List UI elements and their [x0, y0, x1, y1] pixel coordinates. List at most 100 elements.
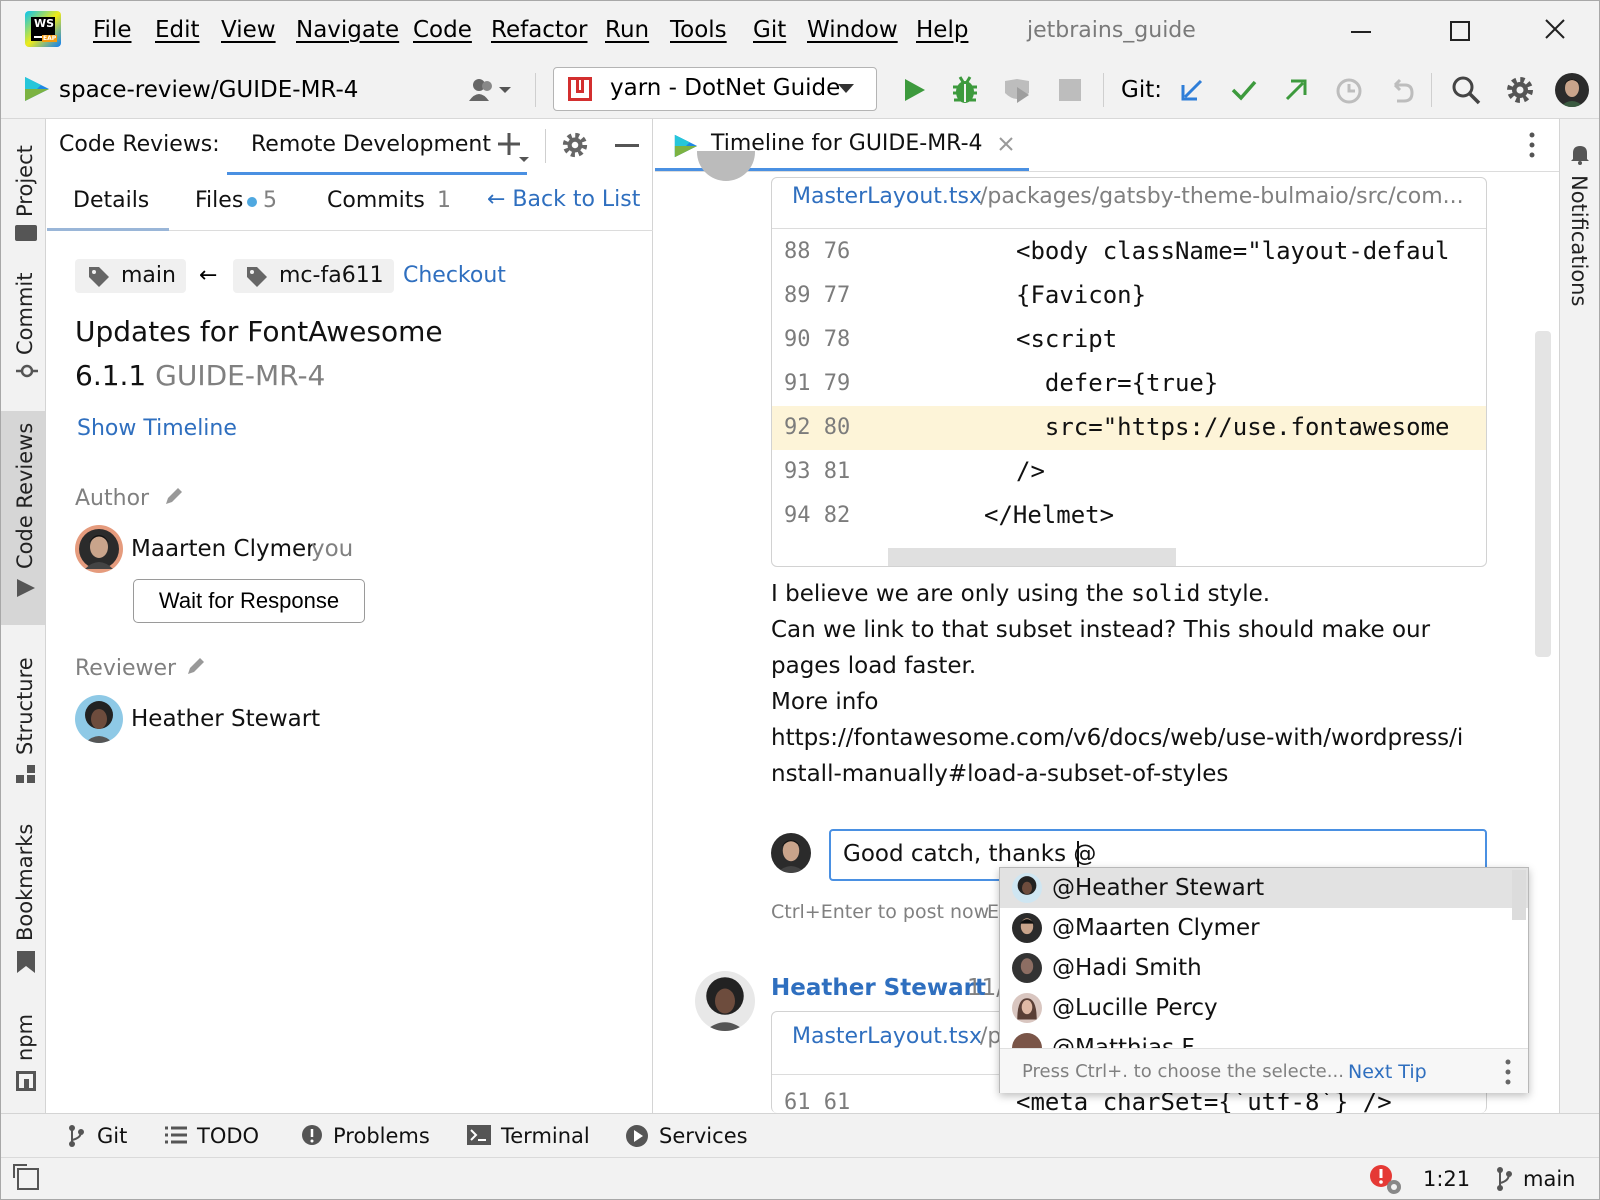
- review-id: GUIDE-MR-4: [155, 359, 326, 392]
- close-window-icon[interactable]: [1541, 15, 1569, 43]
- popup-hint: Press Ctrl+. to choose the selecte...: [1022, 1061, 1344, 1082]
- history-icon[interactable]: [1335, 77, 1363, 105]
- webstorm-logo-icon: WS EAP: [25, 11, 61, 47]
- tag-icon: [247, 267, 267, 287]
- stop-icon[interactable]: [1059, 79, 1081, 101]
- code-line: 90 78 <script: [784, 325, 1118, 353]
- checkout-link[interactable]: Checkout: [403, 263, 506, 288]
- bottom-tab-problems[interactable]: Problems: [301, 1114, 431, 1158]
- comment-link-part1[interactable]: https://fontawesome.com/v6/docs/web/use-…: [771, 725, 1463, 751]
- close-tab-icon[interactable]: [997, 135, 1015, 153]
- menu-code[interactable]: Code: [413, 17, 472, 43]
- menu-file[interactable]: File: [93, 17, 132, 43]
- minimize-icon[interactable]: [1351, 31, 1371, 33]
- next-tip-link[interactable]: Next Tip: [1348, 1061, 1427, 1083]
- error-indicator-icon[interactable]: [1369, 1164, 1403, 1196]
- code-line: 91 79 defer={true}: [784, 369, 1219, 397]
- menu-edit[interactable]: Edit: [155, 17, 200, 43]
- mention-avatar: [1012, 993, 1042, 1023]
- reviewer-avatar: [75, 695, 123, 743]
- user-avatar[interactable]: [1555, 73, 1589, 107]
- status-bar: 1:21 main: [1, 1157, 1599, 1199]
- code-horizontal-scrollbar[interactable]: [888, 548, 1176, 566]
- caret-position[interactable]: 1:21: [1423, 1167, 1470, 1191]
- debug-icon[interactable]: [951, 75, 979, 105]
- bottom-tab-terminal[interactable]: Terminal: [467, 1114, 597, 1158]
- tab-remote-development[interactable]: Remote Development: [227, 121, 527, 175]
- settings-gear-icon[interactable]: [1505, 75, 1535, 105]
- tool-tab-code-reviews[interactable]: Code Reviews: [5, 421, 45, 601]
- tab-files[interactable]: Files 5: [191, 187, 301, 223]
- run-icon[interactable]: [901, 77, 927, 103]
- comment-author-link[interactable]: Heather Stewart: [771, 975, 986, 1001]
- menu-help[interactable]: Help: [916, 17, 968, 43]
- status-branch[interactable]: main: [1523, 1167, 1575, 1191]
- mention-item[interactable]: @Maarten Clymer: [1000, 908, 1528, 948]
- todo-list-icon: [165, 1126, 187, 1144]
- coverage-icon[interactable]: [1003, 77, 1033, 105]
- menu-tools[interactable]: Tools: [670, 17, 727, 43]
- menu-view[interactable]: View: [221, 17, 276, 43]
- panel-settings-icon[interactable]: [561, 131, 589, 159]
- tool-tab-commit[interactable]: Commit: [5, 271, 45, 389]
- mention-item[interactable]: @Lucille Percy: [1000, 988, 1528, 1028]
- git-commit-icon[interactable]: [1231, 79, 1257, 101]
- tab-commits[interactable]: Commits 1: [325, 187, 455, 223]
- tool-tab-structure[interactable]: Structure: [5, 657, 45, 793]
- comment-line-2: Can we link to that subset instead? This…: [771, 617, 1431, 643]
- menu-git[interactable]: Git: [753, 17, 786, 43]
- snippet2-file-link[interactable]: MasterLayout.tsx: [792, 1024, 982, 1049]
- snippet-file-link[interactable]: MasterLayout.tsx: [792, 184, 982, 209]
- comment-link-part2[interactable]: nstall-manually#load-a-subset-of-styles: [771, 761, 1228, 787]
- toggle-tool-windows-icon[interactable]: [13, 1164, 39, 1190]
- mention-item[interactable]: @Hadi Smith: [1000, 948, 1528, 988]
- maximize-icon[interactable]: [1450, 21, 1470, 41]
- run-config-selector[interactable]: yarn - DotNet Guide: [553, 67, 877, 111]
- tool-tab-bookmarks[interactable]: Bookmarks: [5, 824, 45, 977]
- mention-avatar: [1012, 913, 1042, 943]
- show-timeline-link[interactable]: Show Timeline: [77, 416, 237, 441]
- ide-window: WS EAP File Edit View Navigate Code Refa…: [0, 0, 1600, 1200]
- unread-dot-icon: [247, 197, 257, 207]
- popup-scrollbar[interactable]: [1512, 870, 1526, 920]
- tool-tab-npm[interactable]: npm: [5, 1011, 45, 1105]
- reviewer-name: Heather Stewart: [131, 706, 321, 732]
- menu-refactor[interactable]: Refactor: [491, 17, 587, 43]
- back-to-list-link[interactable]: ← Back to List: [487, 187, 640, 212]
- edit-reviewer-pencil-icon[interactable]: [185, 655, 207, 677]
- menu-run[interactable]: Run: [605, 17, 649, 43]
- terminal-icon: [467, 1125, 491, 1145]
- mention-avatar: [1012, 1033, 1042, 1048]
- more-options-icon[interactable]: [1527, 131, 1537, 159]
- minimize-panel-icon[interactable]: [615, 144, 639, 147]
- source-branch-chip: mc-fa611: [233, 259, 394, 293]
- tool-tab-project[interactable]: Project: [5, 133, 45, 241]
- mention-completion-popup: @Heather Stewart @Maarten Clymer @Hadi S…: [999, 867, 1529, 1093]
- git-push-icon[interactable]: [1283, 77, 1309, 103]
- code-line-highlighted: 92 80 src="https://use.fontawesome: [772, 406, 1486, 450]
- tool-tab-notifications[interactable]: Notifications: [1561, 139, 1599, 306]
- project-selector[interactable]: space-review/GUIDE-MR-4: [59, 77, 358, 103]
- post-hint: Ctrl+Enter to post now: [771, 901, 990, 923]
- popup-more-icon[interactable]: [1504, 1059, 1512, 1085]
- edit-author-pencil-icon[interactable]: [163, 485, 185, 507]
- menu-navigate[interactable]: Navigate: [296, 17, 399, 43]
- git-update-icon[interactable]: [1179, 77, 1205, 103]
- bottom-tab-todo[interactable]: TODO: [165, 1114, 275, 1158]
- npm-icon: [16, 1071, 36, 1091]
- wait-for-response-button[interactable]: Wait for Response: [133, 579, 365, 623]
- rollback-icon[interactable]: [1387, 77, 1415, 105]
- bottom-tab-services[interactable]: Services: [625, 1114, 755, 1158]
- user-chooser-icon[interactable]: [467, 77, 517, 103]
- search-icon[interactable]: [1451, 75, 1481, 105]
- mention-item-partial[interactable]: @Matthias F: [1000, 1028, 1500, 1048]
- menu-window[interactable]: Window: [807, 17, 898, 43]
- target-branch-chip: main: [75, 259, 186, 293]
- reply-input-value: Good catch, thanks @: [843, 841, 1097, 867]
- tab-details[interactable]: Details: [47, 181, 169, 231]
- mention-item-selected[interactable]: @Heather Stewart: [1000, 868, 1528, 908]
- add-tab-icon[interactable]: [497, 131, 531, 165]
- vertical-scrollbar[interactable]: [1535, 331, 1551, 657]
- bell-icon: [1569, 143, 1591, 165]
- bottom-tab-git[interactable]: Git: [67, 1114, 137, 1158]
